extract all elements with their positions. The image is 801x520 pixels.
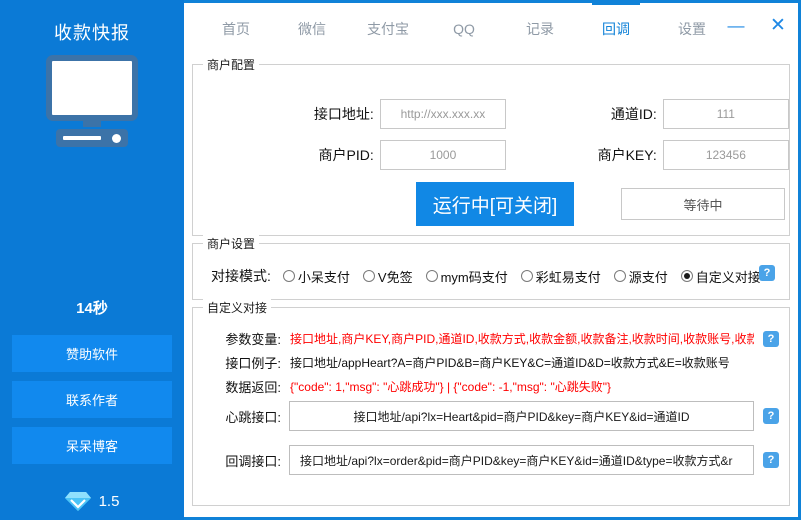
merchant-config-legend: 商户配置 <box>203 56 259 73</box>
heartbeat-input[interactable]: 接口地址/api?lx=Heart&pid=商户PID&key=商户KEY&id… <box>289 401 754 431</box>
titlebar: 首页 微信 支付宝 QQ 记录 回调 设置 — ✕ <box>184 3 798 54</box>
radio-circle-icon <box>283 270 295 282</box>
radio-circle-icon <box>521 270 533 282</box>
radio-xiaodai-pay[interactable]: 小呆支付 <box>283 267 350 286</box>
api-url-label: 接口地址: <box>193 104 374 124</box>
monitor-base <box>56 129 128 147</box>
monitor-icon <box>0 55 184 147</box>
merchant-key-input[interactable]: 123456 <box>663 140 789 170</box>
heartbeat-row: 心跳接口: 接口地址/api?lx=Heart&pid=商户PID&key=商户… <box>205 401 779 431</box>
params-value: 接口地址,商户KEY,商户PID,通道ID,收款方式,收款金额,收款备注,收款时… <box>290 330 754 347</box>
radio-circle-icon <box>614 270 626 282</box>
radio-caihong-epay[interactable]: 彩虹易支付 <box>521 267 601 286</box>
merchant-settings-group: 商户设置 对接模式: 小呆支付 V免签 mym码支付 彩虹易支付 <box>192 243 790 300</box>
countdown-timer: 14秒 <box>0 297 184 318</box>
docking-mode-label: 对接模式: <box>211 266 271 286</box>
sidebar-buttons: 赞助软件 联系作者 呆呆博客 <box>12 335 172 473</box>
radio-circle-icon <box>363 270 375 282</box>
help-icon-heartbeat[interactable]: ? <box>763 408 779 424</box>
example-label: 接口例子: <box>205 353 281 372</box>
version-number: 1.5 <box>99 493 120 510</box>
minimize-icon[interactable]: — <box>722 11 750 39</box>
tab-qq[interactable]: QQ <box>426 3 502 54</box>
radio-label: V免签 <box>378 267 413 286</box>
custom-docking-legend: 自定义对接 <box>203 299 271 316</box>
tab-records[interactable]: 记录 <box>502 3 578 54</box>
sidebar-item-contact-author[interactable]: 联系作者 <box>12 381 172 418</box>
tab-wechat[interactable]: 微信 <box>274 3 350 54</box>
channel-id-label: 通道ID: <box>506 104 657 124</box>
radio-label: mym码支付 <box>441 267 508 286</box>
status-badge[interactable]: 等待中 <box>621 188 785 220</box>
return-row: 数据返回: {"code": 1,"msg": "心跳成功"} | {"code… <box>205 377 779 396</box>
monitor-neck <box>83 121 101 127</box>
example-row: 接口例子: 接口地址/appHeart?A=商户PID&B=商户KEY&C=通道… <box>205 353 779 372</box>
merchant-pid-row: 商户PID: 1000 商户KEY: 123456 <box>193 140 789 170</box>
merchant-settings-legend: 商户设置 <box>203 235 259 252</box>
merchant-pid-input[interactable]: 1000 <box>380 140 506 170</box>
radio-label: 源支付 <box>629 267 668 286</box>
run-toggle-button[interactable]: 运行中[可关闭] <box>416 182 574 226</box>
docking-mode-row: 对接模式: 小呆支付 V免签 mym码支付 彩虹易支付 <box>211 266 774 286</box>
callback-row: 回调接口: 接口地址/api?lx=order&pid=商户PID&key=商户… <box>205 445 779 475</box>
tab-alipay[interactable]: 支付宝 <box>350 3 426 54</box>
tab-callback[interactable]: 回调 <box>578 3 654 54</box>
tab-bar: 首页 微信 支付宝 QQ 记录 回调 设置 <box>184 3 798 54</box>
monitor-power-dot <box>112 134 121 143</box>
radio-label: 自定义对接 <box>696 267 761 286</box>
app-title: 收款快报 <box>0 19 184 45</box>
radio-label: 小呆支付 <box>298 267 350 286</box>
radio-custom-docking[interactable]: 自定义对接 <box>681 267 761 286</box>
merchant-config-group: 商户配置 接口地址: http://xxx.xxx.xx 通道ID: 111 商… <box>192 64 790 236</box>
return-value: {"code": 1,"msg": "心跳成功"} | {"code": -1,… <box>290 378 611 395</box>
callback-label: 回调接口: <box>205 451 281 470</box>
sidebar-item-sponsor-software[interactable]: 赞助软件 <box>12 335 172 372</box>
params-label: 参数变量: <box>205 329 281 348</box>
radio-mym-code-pay[interactable]: mym码支付 <box>426 267 508 286</box>
callback-input[interactable]: 接口地址/api?lx=order&pid=商户PID&key=商户KEY&id… <box>289 445 754 475</box>
tab-settings[interactable]: 设置 <box>654 3 730 54</box>
window-controls: — ✕ <box>722 3 792 47</box>
radio-label: 彩虹易支付 <box>536 267 601 286</box>
merchant-pid-label: 商户PID: <box>193 145 374 165</box>
close-icon[interactable]: ✕ <box>764 11 792 39</box>
gem-icon <box>65 490 91 512</box>
tab-home[interactable]: 首页 <box>198 3 274 54</box>
api-url-row: 接口地址: http://xxx.xxx.xx 通道ID: 111 <box>193 99 789 129</box>
radio-yuan-pay[interactable]: 源支付 <box>614 267 668 286</box>
sidebar-item-daidai-blog[interactable]: 呆呆博客 <box>12 427 172 464</box>
help-icon-params[interactable]: ? <box>763 331 779 347</box>
params-row: 参数变量: 接口地址,商户KEY,商户PID,通道ID,收款方式,收款金额,收款… <box>205 329 779 348</box>
help-icon-docking-mode[interactable]: ? <box>759 265 775 281</box>
example-value: 接口地址/appHeart?A=商户PID&B=商户KEY&C=通道ID&D=收… <box>290 354 730 371</box>
heartbeat-label: 心跳接口: <box>205 407 281 426</box>
main-panel: 首页 微信 支付宝 QQ 记录 回调 设置 — ✕ 商户配置 接口地址: htt… <box>184 0 801 520</box>
radio-circle-icon <box>426 270 438 282</box>
return-label: 数据返回: <box>205 377 281 396</box>
help-icon-callback[interactable]: ? <box>763 452 779 468</box>
custom-docking-group: 自定义对接 参数变量: 接口地址,商户KEY,商户PID,通道ID,收款方式,收… <box>192 307 790 506</box>
monitor-screen <box>46 55 138 121</box>
sidebar: 收款快报 14秒 赞助软件 联系作者 呆呆博客 <box>0 0 184 520</box>
app-window: 收款快报 14秒 赞助软件 联系作者 呆呆博客 <box>0 0 801 520</box>
version-info: 1.5 <box>0 490 184 512</box>
channel-id-input[interactable]: 111 <box>663 99 789 129</box>
api-url-input[interactable]: http://xxx.xxx.xx <box>380 99 506 129</box>
monitor-slot <box>63 136 101 140</box>
radio-circle-icon <box>681 270 693 282</box>
radio-v-mianqian[interactable]: V免签 <box>363 267 413 286</box>
merchant-key-label: 商户KEY: <box>506 145 657 165</box>
